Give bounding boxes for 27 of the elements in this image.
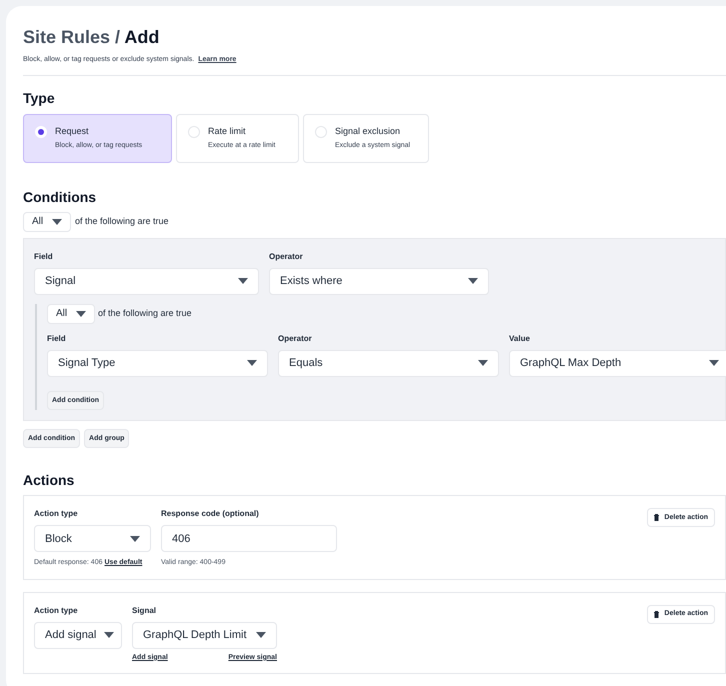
dropdown[interactable]: Equals <box>278 350 499 376</box>
match-text: of the following are true <box>75 214 169 228</box>
dropdown[interactable]: Signal <box>34 268 259 294</box>
dropdown[interactable]: Signal Type <box>47 350 268 376</box>
breadcrumb[interactable]: Site Rules / <box>23 27 120 47</box>
field-label: Action type <box>34 604 79 617</box>
field-label: Field <box>47 332 67 344</box>
field-label: Response code (optional) <box>161 508 260 520</box>
section-heading: Actions <box>23 471 76 490</box>
match-text: of the following are true <box>98 306 192 320</box>
field-label: Operator <box>278 332 313 344</box>
dropdown[interactable]: All <box>23 212 71 232</box>
dropdown[interactable]: GraphQL Depth Limit <box>132 622 277 649</box>
dropdown[interactable]: All <box>47 304 95 324</box>
dropdown[interactable]: Exists where <box>269 268 489 294</box>
field-label: Action type <box>34 508 79 520</box>
field-label: Signal <box>132 604 158 617</box>
dropdown[interactable]: GraphQL Max Depth <box>509 350 726 376</box>
section-heading: Conditions <box>23 188 98 206</box>
field-label: Field <box>34 250 54 262</box>
dropdown[interactable]: Block <box>34 525 151 552</box>
dropdown[interactable]: Add signal <box>34 622 122 649</box>
response-code-field[interactable]: 406 <box>161 525 337 552</box>
field-label: Operator <box>269 250 304 262</box>
page-title: Add <box>124 27 160 47</box>
field-label: Value <box>509 332 531 344</box>
section-heading: Type <box>23 88 56 108</box>
